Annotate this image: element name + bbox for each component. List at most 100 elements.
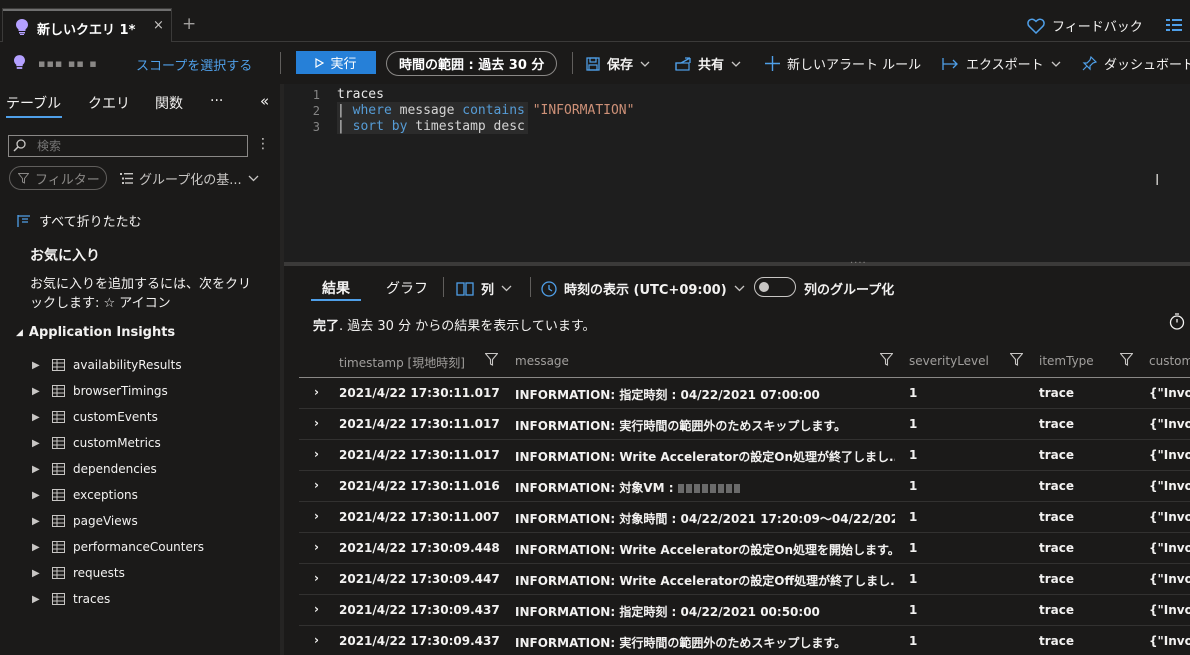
tab-tables[interactable]: テーブル <box>6 93 61 113</box>
table-item[interactable]: ▶ browserTimings <box>32 378 168 404</box>
table-item[interactable]: ▶ availabilityResults <box>32 352 182 378</box>
time-display-dropdown[interactable]: 時刻の表示 (UTC+09:00) <box>541 279 745 298</box>
table-icon <box>52 385 65 397</box>
feedback-button[interactable]: フィードバック <box>1027 16 1143 35</box>
new-alert-rule-button[interactable]: 新しいアラート ルール <box>765 54 921 73</box>
expand-arrow-icon[interactable]: ▶ <box>32 386 46 397</box>
group-by-dropdown[interactable]: グループ化の基... <box>120 169 259 188</box>
cell-text: 1 <box>909 634 918 648</box>
search-input[interactable] <box>37 138 237 154</box>
column-filter-icon[interactable] <box>880 353 893 366</box>
pin-to-dashboard-button[interactable]: ダッシュボード <box>1082 54 1190 73</box>
filter-icon <box>18 172 29 184</box>
table-item[interactable]: ▶ customMetrics <box>32 430 161 456</box>
expand-arrow-icon[interactable]: ▶ <box>32 412 46 423</box>
table-item[interactable]: ▶ customEvents <box>32 404 158 430</box>
column-header-itemtype[interactable]: itemType <box>1039 354 1094 368</box>
toolbar-divider <box>530 277 531 297</box>
expand-row-chevron-icon[interactable]: › <box>314 385 319 399</box>
expand-row-chevron-icon[interactable]: › <box>314 509 319 523</box>
dashboard-label: ダッシュボード <box>1104 58 1190 73</box>
table-item[interactable]: ▶ performanceCounters <box>32 534 204 560</box>
expand-row-chevron-icon[interactable]: › <box>314 447 319 461</box>
expand-row-chevron-icon[interactable]: › <box>314 478 319 492</box>
tab-chart[interactable]: グラフ <box>386 278 428 298</box>
cell-text: trace <box>1039 572 1075 586</box>
close-tab-icon[interactable]: × <box>153 18 164 33</box>
save-button[interactable]: 保存 <box>586 54 650 73</box>
cell-text: 2021/4/22 17:30:09.448 <box>339 541 500 555</box>
expand-arrow-icon[interactable]: ▶ <box>32 594 46 605</box>
text-token: timestamp desc <box>407 119 525 134</box>
table-item[interactable]: ▶ dependencies <box>32 456 157 482</box>
expand-row-chevron-icon[interactable]: › <box>314 602 319 616</box>
cell-text: 2021/4/22 17:30:11.017 <box>339 417 500 431</box>
table-cell: INFORMATION: Write Acceleratorの設定On処理を開始… <box>515 541 895 558</box>
stopwatch-icon[interactable] <box>1169 313 1185 330</box>
expand-arrow-icon[interactable]: ▶ <box>32 360 46 371</box>
table-item[interactable]: ▶ traces <box>32 586 110 612</box>
share-label: 共有 <box>698 58 725 73</box>
column-filter-icon[interactable] <box>485 353 498 366</box>
select-scope-link[interactable]: スコープを選択する <box>136 55 252 74</box>
time-range-picker[interactable]: 時間の範囲 : 過去 30 分 <box>386 51 558 76</box>
cell-text: 1 <box>909 417 918 431</box>
column-header-timestamp[interactable]: timestamp [現地時刻] <box>339 354 465 371</box>
cell-text: INFORMATION: 実行時間の範囲外のためスキップします。 <box>515 419 847 433</box>
time-display-label: 時刻の表示 (UTC+09:00) <box>564 283 727 298</box>
expand-arrow-icon[interactable]: ▶ <box>32 568 46 579</box>
expand-row-chevron-icon[interactable]: › <box>314 633 319 647</box>
collapse-panel-icon[interactable]: « <box>260 92 269 110</box>
column-header-severity[interactable]: severityLevel <box>909 354 989 368</box>
table-cell: 2021/4/22 17:30:09.447 <box>339 572 500 586</box>
redacted-vm-name <box>677 481 742 495</box>
column-filter-icon[interactable] <box>1120 353 1133 366</box>
expand-arrow-icon[interactable]: ▶ <box>32 542 46 553</box>
cell-text: INFORMATION: 指定時刻 : 04/22/2021 00:50:00 <box>515 605 820 619</box>
run-button[interactable]: 実行 <box>296 51 376 74</box>
tab-functions[interactable]: 関数 <box>155 93 183 113</box>
expand-row-chevron-icon[interactable]: › <box>314 571 319 585</box>
table-icon <box>52 541 65 553</box>
table-cell: trace <box>1039 572 1074 586</box>
collapse-all-button[interactable]: すべて折りたたむ <box>17 211 142 230</box>
expand-row-chevron-icon[interactable]: › <box>314 540 319 554</box>
chevron-down-icon <box>1051 61 1061 67</box>
cell-text: 1 <box>909 541 918 555</box>
search-box[interactable] <box>8 135 248 157</box>
expand-arrow-icon[interactable]: ▶ <box>32 516 46 527</box>
query-tab[interactable]: 新しいクエリ 1* × <box>2 8 172 42</box>
application-insights-section[interactable]: ◢ Application Insights <box>16 325 175 340</box>
more-options-icon[interactable]: ⋮ <box>256 136 270 152</box>
column-header-message[interactable]: message <box>515 354 569 368</box>
chevron-down-icon <box>501 285 512 292</box>
cell-text: trace <box>1039 448 1075 462</box>
filter-button[interactable]: フィルター <box>9 166 107 190</box>
cell-text: {"Invoc <box>1149 510 1190 524</box>
column-grouping-toggle[interactable] <box>754 277 796 297</box>
tab-queries[interactable]: クエリ <box>88 93 130 113</box>
column-filter-icon[interactable] <box>1010 353 1023 366</box>
table-name: exceptions <box>73 488 138 502</box>
table-item[interactable]: ▶ pageViews <box>32 508 138 534</box>
cell-text: 2021/4/22 17:30:11.017 <box>339 386 500 400</box>
share-button[interactable]: 共有 <box>675 54 741 73</box>
column-header-custom[interactable]: custom <box>1149 354 1190 368</box>
more-tabs-button[interactable]: ··· <box>210 93 223 109</box>
expand-row-chevron-icon[interactable]: › <box>314 416 319 430</box>
table-cell: 1 <box>909 479 917 493</box>
cell-text: 2021/4/22 17:30:11.007 <box>339 510 500 524</box>
list-view-icon[interactable] <box>1166 18 1182 32</box>
export-button[interactable]: エクスポート <box>942 54 1061 73</box>
table-item[interactable]: ▶ exceptions <box>32 482 138 508</box>
table-item[interactable]: ▶ requests <box>32 560 125 586</box>
expand-arrow-icon[interactable]: ▶ <box>32 464 46 475</box>
table-name: requests <box>73 566 125 580</box>
cell-text: {"Invoc <box>1149 417 1190 431</box>
add-tab-icon[interactable]: + <box>182 16 196 33</box>
expand-arrow-icon[interactable]: ▶ <box>32 490 46 501</box>
columns-button[interactable]: 列 <box>456 279 512 298</box>
tab-results[interactable]: 結果 <box>322 278 350 298</box>
table-cell: trace <box>1039 448 1074 462</box>
expand-arrow-icon[interactable]: ▶ <box>32 438 46 449</box>
